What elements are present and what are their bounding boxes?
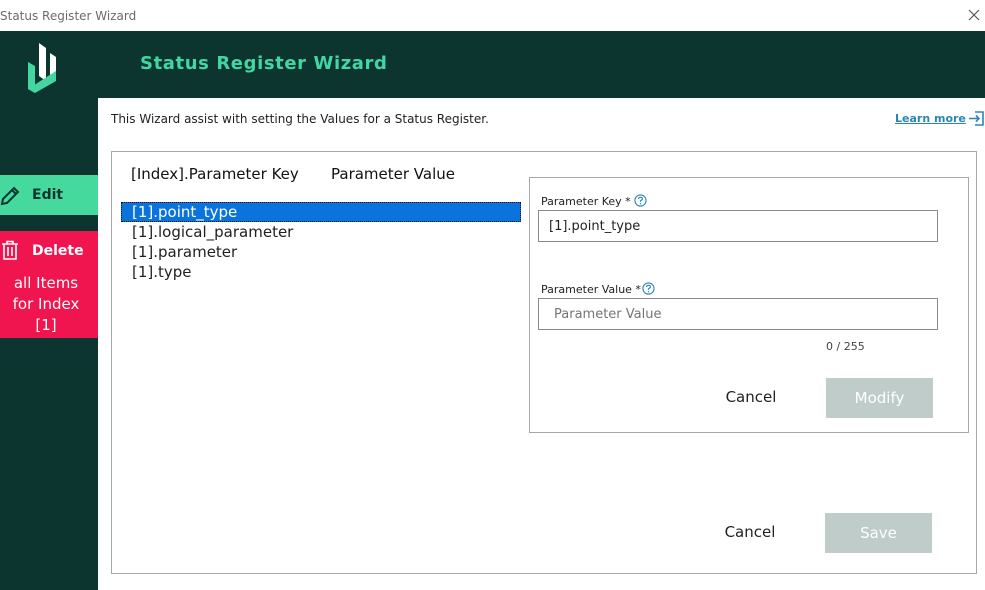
parameter-value-input[interactable] bbox=[538, 298, 938, 330]
parameter-value-label: Parameter Value * bbox=[541, 283, 641, 296]
trash-icon bbox=[2, 240, 18, 260]
edit-button-label: Edit bbox=[32, 187, 64, 203]
close-icon[interactable] bbox=[963, 4, 985, 26]
sidebar bbox=[0, 98, 98, 590]
parameter-list[interactable]: [1].point_type [1].logical_parameter [1]… bbox=[121, 202, 521, 282]
character-counter: 0 / 255 bbox=[826, 340, 865, 353]
save-button[interactable]: Save bbox=[825, 513, 932, 553]
window-title: Status Register Wizard bbox=[0, 9, 137, 23]
list-item[interactable]: [1].parameter bbox=[121, 242, 521, 262]
help-icon[interactable] bbox=[634, 194, 647, 207]
edit-button[interactable]: Edit bbox=[0, 175, 98, 215]
window-title-bar: Status Register Wizard bbox=[0, 0, 985, 31]
logo-icon bbox=[28, 43, 56, 93]
column-header-value: Parameter Value bbox=[331, 165, 455, 183]
list-item[interactable]: [1].type bbox=[121, 262, 521, 282]
delete-button-subtext: all Items for Index [1] bbox=[12, 274, 80, 334]
editor-cancel-button[interactable]: Cancel bbox=[714, 378, 788, 416]
cancel-button[interactable]: Cancel bbox=[712, 513, 788, 551]
parameter-key-input[interactable] bbox=[538, 210, 938, 242]
page-title: Status Register Wizard bbox=[140, 53, 388, 74]
help-icon[interactable] bbox=[642, 282, 655, 295]
delete-button-label: Delete bbox=[32, 243, 84, 259]
learn-more-link[interactable]: Learn more bbox=[895, 112, 966, 125]
list-item[interactable]: [1].logical_parameter bbox=[121, 222, 521, 242]
parameter-key-label: Parameter Key * bbox=[541, 195, 631, 208]
external-link-icon[interactable] bbox=[968, 110, 985, 127]
pencil-icon bbox=[0, 186, 20, 206]
list-item[interactable]: [1].point_type bbox=[121, 202, 521, 222]
column-header-key: [Index].Parameter Key bbox=[131, 165, 299, 183]
modify-button[interactable]: Modify bbox=[826, 378, 933, 418]
delete-button[interactable]: Delete all Items for Index [1] bbox=[0, 231, 98, 338]
intro-text: This Wizard assist with setting the Valu… bbox=[111, 112, 489, 126]
